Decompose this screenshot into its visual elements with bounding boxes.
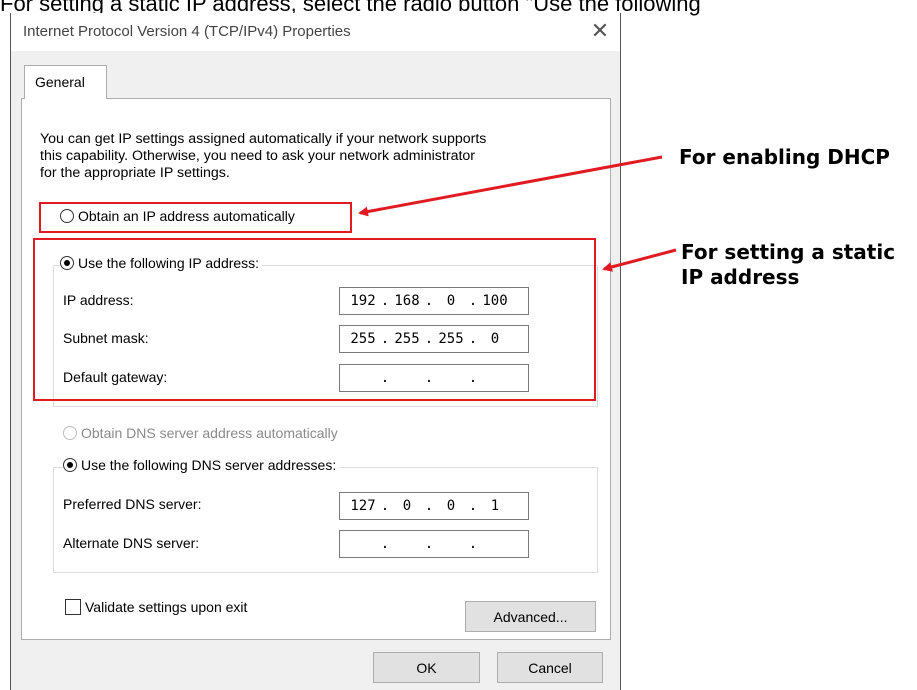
tab-general[interactable]: General xyxy=(24,65,107,99)
tab-general-label: General xyxy=(35,74,85,90)
annotation-arrows xyxy=(358,155,677,272)
static-ip-arrow xyxy=(602,248,677,272)
dhcp-annotation: For enabling DHCP xyxy=(679,145,890,169)
static-ip-annotation: For setting a static IP address xyxy=(681,240,896,289)
dhcp-arrow xyxy=(358,155,663,217)
